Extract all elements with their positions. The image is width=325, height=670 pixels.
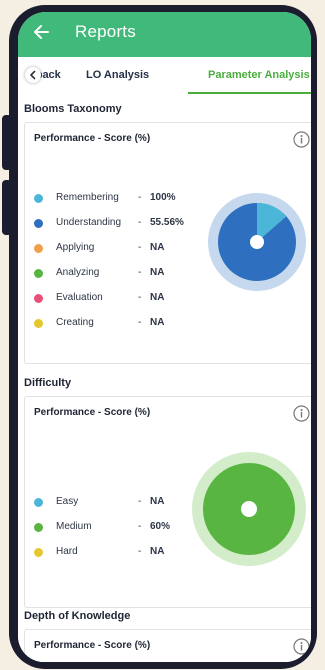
phone-side-button-lower bbox=[2, 180, 12, 235]
legend-separator: - bbox=[138, 317, 142, 328]
legend-value: NA bbox=[150, 267, 165, 278]
legend-value: 55.56% bbox=[150, 217, 184, 228]
legend-value: NA bbox=[150, 242, 165, 253]
legend-dot-analyzing bbox=[34, 269, 43, 278]
legend-dot-applying bbox=[34, 244, 43, 253]
difficulty-card: Performance - Score (%) Easy - NA Medium… bbox=[24, 396, 311, 608]
legend-value: NA bbox=[150, 496, 165, 507]
legend-value: 100% bbox=[150, 192, 176, 203]
legend-dot-creating bbox=[34, 319, 43, 328]
info-icon[interactable] bbox=[293, 131, 310, 148]
legend-value: NA bbox=[150, 546, 165, 557]
legend-label: Remembering bbox=[56, 192, 119, 203]
legend-value: 60% bbox=[150, 521, 171, 532]
pie-center-hole bbox=[250, 235, 264, 249]
legend-label: Creating bbox=[56, 317, 94, 328]
section-title-difficulty: Difficulty bbox=[24, 377, 72, 389]
depth-card: Performance - Score (%) bbox=[24, 629, 311, 662]
legend-label: Analyzing bbox=[56, 267, 100, 278]
report-content: Blooms Taxonomy Performance - Score (%) … bbox=[18, 94, 311, 662]
chevron-left-icon bbox=[29, 70, 36, 80]
legend-dot-medium bbox=[34, 523, 43, 532]
legend-label: Medium bbox=[56, 521, 92, 532]
difficulty-pie-chart bbox=[192, 452, 306, 566]
tab-scroll-left-button[interactable] bbox=[25, 67, 41, 83]
page-title: Reports bbox=[75, 22, 136, 41]
legend-value: NA bbox=[150, 292, 165, 303]
legend-separator: - bbox=[138, 217, 142, 228]
app-screen: Reports dback LO Analysis Parameter Anal… bbox=[18, 12, 311, 662]
legend-separator: - bbox=[138, 267, 142, 278]
info-icon[interactable] bbox=[293, 405, 310, 422]
legend-separator: - bbox=[138, 192, 142, 203]
legend-dot-evaluation bbox=[34, 294, 43, 303]
legend-label: Easy bbox=[56, 496, 79, 507]
legend-dot-hard bbox=[34, 548, 43, 557]
phone-side-button-upper bbox=[2, 115, 12, 170]
legend-separator: - bbox=[138, 521, 142, 532]
blooms-pie-chart bbox=[208, 193, 306, 291]
legend-value: NA bbox=[150, 317, 165, 328]
blooms-card-title: Performance - Score (%) bbox=[34, 133, 151, 144]
legend-dot-easy bbox=[34, 498, 43, 507]
tab-lo-analysis[interactable]: LO Analysis bbox=[86, 69, 149, 81]
legend-label: Applying bbox=[56, 242, 95, 253]
pie-center-hole bbox=[241, 501, 257, 517]
legend-label: Hard bbox=[56, 546, 78, 557]
legend-separator: - bbox=[138, 242, 142, 253]
section-title-blooms: Blooms Taxonomy bbox=[24, 103, 122, 115]
legend-separator: - bbox=[138, 292, 142, 303]
legend-dot-remembering bbox=[34, 194, 43, 203]
legend-dot-understanding bbox=[34, 219, 43, 228]
legend-separator: - bbox=[138, 546, 142, 557]
tab-parameter-analysis[interactable]: Parameter Analysis bbox=[208, 69, 310, 81]
app-header: Reports bbox=[18, 12, 311, 57]
section-title-depth-of-knowledge: Depth of Knowledge bbox=[24, 610, 131, 622]
difficulty-card-title: Performance - Score (%) bbox=[34, 407, 151, 418]
legend-label: Evaluation bbox=[56, 292, 103, 303]
legend-separator: - bbox=[138, 496, 142, 507]
arrow-left-icon[interactable] bbox=[33, 24, 49, 40]
blooms-card: Performance - Score (%) Remembering - 10… bbox=[24, 122, 311, 364]
legend-label: Understanding bbox=[56, 217, 122, 228]
depth-card-title: Performance - Score (%) bbox=[34, 640, 151, 651]
tab-bar: dback LO Analysis Parameter Analysis bbox=[18, 57, 311, 95]
info-icon[interactable] bbox=[293, 638, 310, 655]
